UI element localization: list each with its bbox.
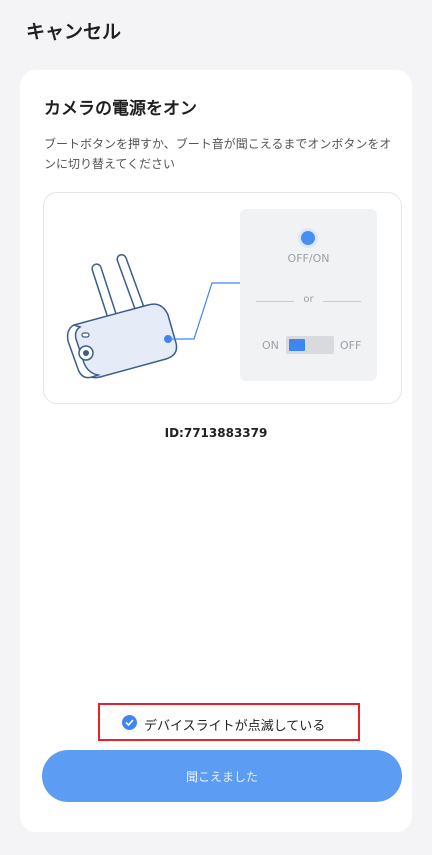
device-id: ID:7713883379 bbox=[164, 426, 268, 440]
or-label: or bbox=[303, 294, 314, 305]
off-label: OFF bbox=[340, 339, 362, 352]
checkbox-label: デバイスライトが点滅している bbox=[144, 719, 326, 734]
device-light-checkbox[interactable]: デバイスライトが点滅している bbox=[98, 703, 360, 741]
heard-it-button[interactable]: 聞こえました bbox=[42, 750, 402, 802]
camera-icon bbox=[66, 253, 240, 379]
screen: キャンセル カメラの電源をオン ブートボタンを押すか、ブート音が聞こえるまでオン… bbox=[0, 0, 432, 855]
offon-label: OFF/ON bbox=[287, 252, 330, 265]
power-switch-icon bbox=[286, 336, 334, 354]
on-label: ON bbox=[262, 339, 279, 352]
power-switch-panel: OFF/ON or ON OFF bbox=[240, 209, 377, 381]
camera-illustration: OFF/ON or ON OFF bbox=[43, 192, 402, 404]
or-divider: or bbox=[256, 294, 361, 308]
indicator-light-icon bbox=[301, 231, 315, 245]
page-title: カメラの電源をオン bbox=[44, 99, 197, 119]
top-bar: キャンセル bbox=[0, 0, 432, 62]
cancel-button[interactable]: キャンセル bbox=[26, 17, 121, 44]
switch-row: ON OFF bbox=[240, 335, 377, 355]
instruction-card: カメラの電源をオン ブートボタンを押すか、ブート音が聞こえるまでオンボタンをオン… bbox=[20, 70, 412, 832]
switch-knob bbox=[289, 339, 305, 351]
checkmark-icon bbox=[122, 715, 137, 730]
instruction-text: ブートボタンを押すか、ブート音が聞こえるまでオンボタンをオンに切り替えてください bbox=[44, 137, 392, 171]
